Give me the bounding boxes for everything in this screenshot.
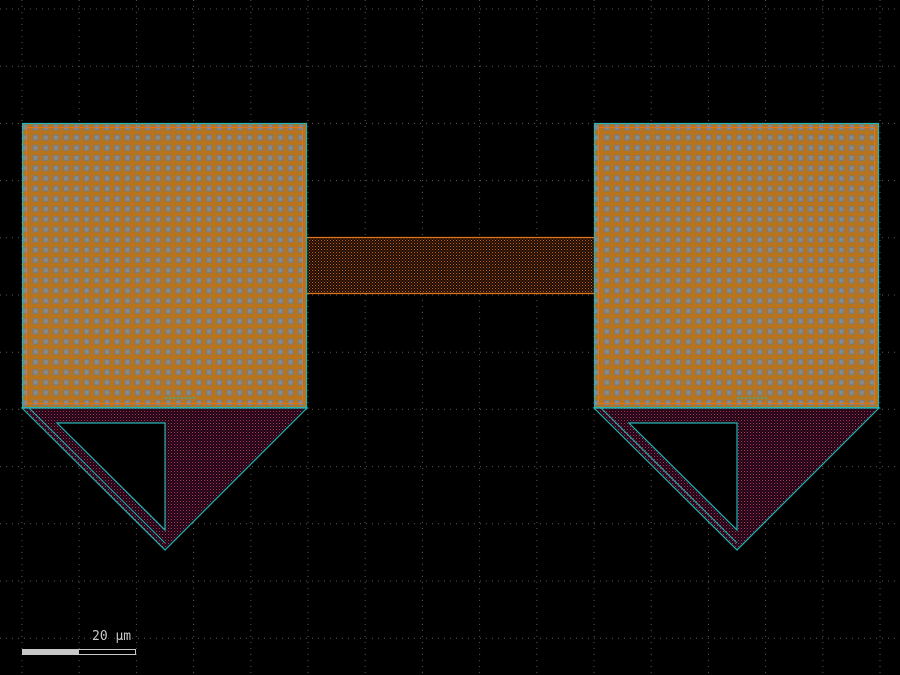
- pad-left-metal: [22, 123, 307, 408]
- pad-right[interactable]: [592, 122, 881, 551]
- scale-bar: [22, 649, 136, 655]
- pad-left-taper-cutout: [55, 422, 166, 532]
- pad-right-taper-cutout: [627, 422, 738, 532]
- scale-bar-fill: [23, 650, 79, 654]
- connecting-wire[interactable]: [307, 236, 594, 295]
- layout-canvas[interactable]: [0, 0, 900, 675]
- layout-viewport[interactable]: 20 µm: [0, 0, 900, 675]
- scale-bar-label: 20 µm: [92, 629, 132, 644]
- pad-left[interactable]: [20, 122, 309, 551]
- pad-right-metal: [594, 123, 879, 408]
